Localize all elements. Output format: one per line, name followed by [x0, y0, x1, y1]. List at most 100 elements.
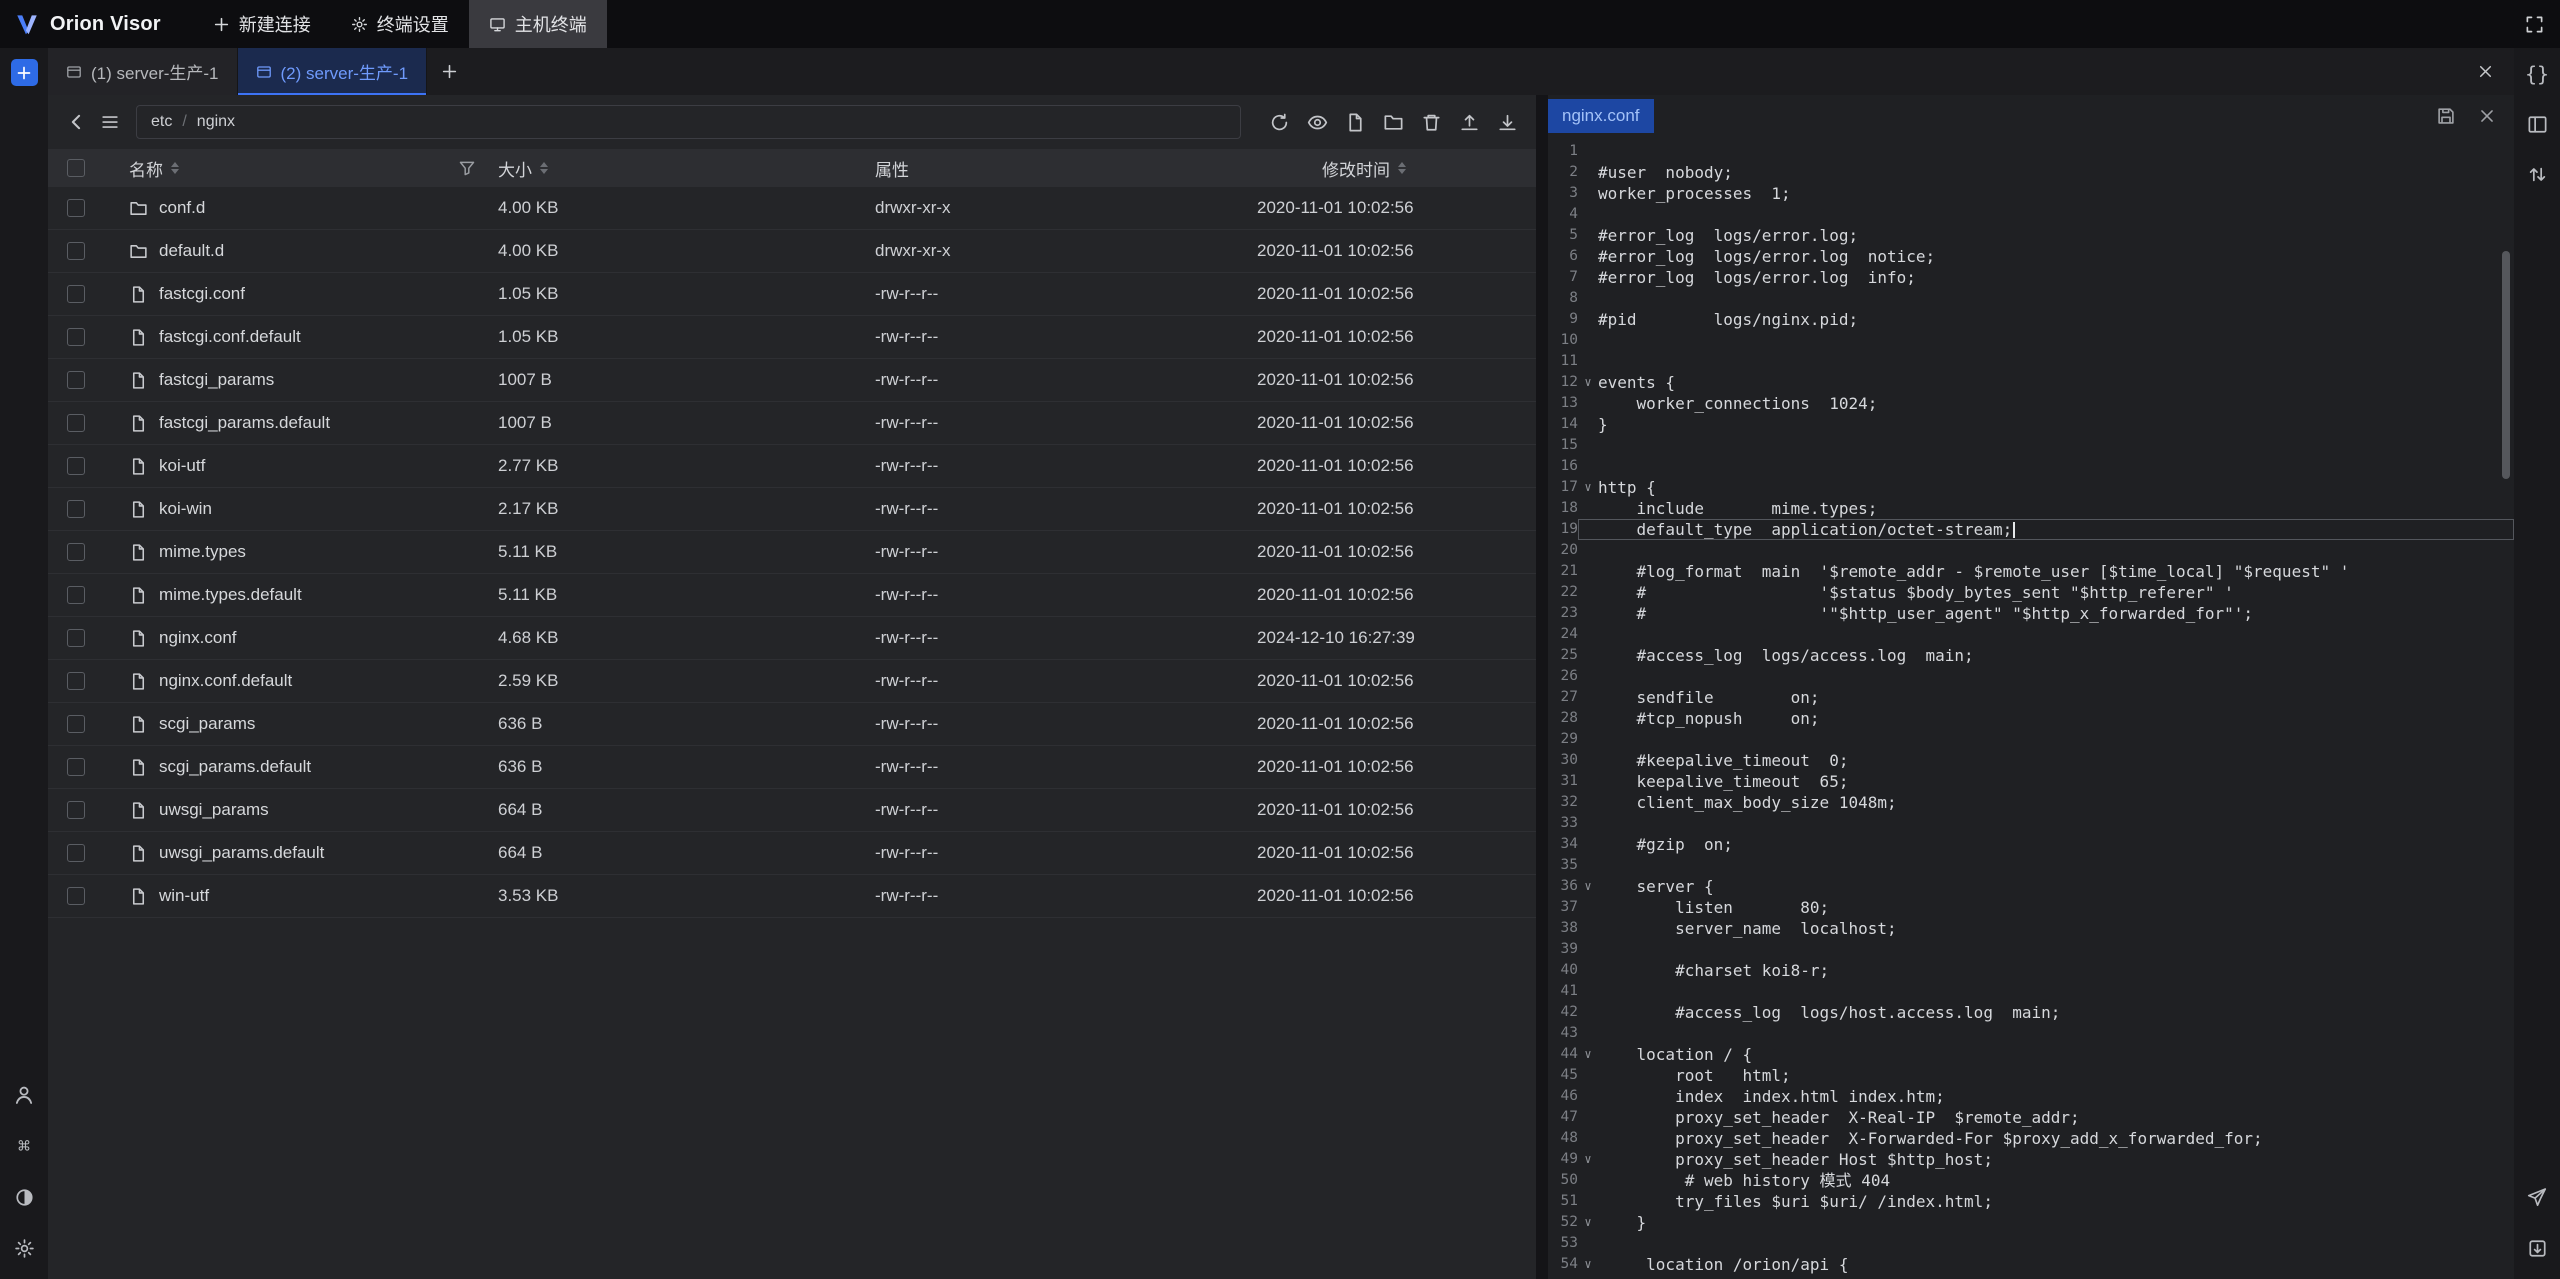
fold-icon[interactable]	[1578, 960, 1598, 981]
keyboard-shortcuts-button[interactable]: ⌘	[11, 1133, 37, 1159]
row-checkbox[interactable]	[67, 672, 85, 690]
row-checkbox[interactable]	[67, 457, 85, 475]
code-line[interactable]: 32 client_max_body_size 1048m;	[1548, 792, 2514, 813]
code-line[interactable]: 12 ∨ events {	[1548, 372, 2514, 393]
code-line[interactable]: 35	[1548, 855, 2514, 876]
close-editor-button[interactable]	[2478, 107, 2496, 125]
code-line[interactable]: 2 #user nobody;	[1548, 162, 2514, 183]
fold-icon[interactable]	[1578, 1191, 1598, 1212]
file-row[interactable]: conf.d 4.00 KB drwxr-xr-x 2020-11-01 10:…	[48, 187, 1536, 230]
code-line[interactable]: 10	[1548, 330, 2514, 351]
file-name[interactable]: conf.d	[159, 198, 205, 218]
row-checkbox[interactable]	[67, 801, 85, 819]
code-line[interactable]: 41	[1548, 981, 2514, 1002]
new-connection-button[interactable]	[11, 59, 38, 86]
fold-icon[interactable]	[1578, 1023, 1598, 1044]
layout-button[interactable]	[2524, 111, 2550, 137]
fold-icon[interactable]	[1578, 855, 1598, 876]
code-line[interactable]: 3 worker_processes 1;	[1548, 183, 2514, 204]
fold-icon[interactable]	[1578, 771, 1598, 792]
code-line[interactable]: 33	[1548, 813, 2514, 834]
code-line[interactable]: 1	[1548, 141, 2514, 162]
fold-icon[interactable]	[1578, 582, 1598, 603]
file-name[interactable]: koi-utf	[159, 456, 205, 476]
panel-divider[interactable]	[1536, 95, 1548, 1279]
fold-icon[interactable]	[1578, 183, 1598, 204]
fold-icon[interactable]	[1578, 162, 1598, 183]
file-name[interactable]: mime.types	[159, 542, 246, 562]
code-line[interactable]: 19 default_type application/octet-stream…	[1548, 519, 2514, 540]
code-line[interactable]: 11	[1548, 351, 2514, 372]
fold-icon[interactable]	[1578, 624, 1598, 645]
code-line[interactable]: 28 #tcp_nopush on;	[1548, 708, 2514, 729]
code-line[interactable]: 31 keepalive_timeout 65;	[1548, 771, 2514, 792]
fold-icon[interactable]	[1578, 435, 1598, 456]
editor-scrollbar[interactable]	[2502, 251, 2510, 479]
list-view-button[interactable]	[100, 112, 120, 132]
fold-icon[interactable]: ∨	[1578, 876, 1598, 897]
file-name[interactable]: fastcgi_params	[159, 370, 274, 390]
row-checkbox[interactable]	[67, 371, 85, 389]
fold-icon[interactable]	[1578, 645, 1598, 666]
fold-icon[interactable]	[1578, 267, 1598, 288]
fold-icon[interactable]	[1578, 981, 1598, 1002]
row-checkbox[interactable]	[67, 629, 85, 647]
fold-icon[interactable]	[1578, 750, 1598, 771]
code-line[interactable]: 36 ∨ server {	[1548, 876, 2514, 897]
file-row[interactable]: nginx.conf 4.68 KB -rw-r--r-- 2024-12-10…	[48, 617, 1536, 660]
file-row[interactable]: uwsgi_params 664 B -rw-r--r-- 2020-11-01…	[48, 789, 1536, 832]
fold-icon[interactable]	[1578, 1170, 1598, 1191]
breadcrumb-segment[interactable]: etc	[151, 113, 172, 131]
fold-icon[interactable]: ∨	[1578, 1254, 1598, 1275]
code-line[interactable]: 53	[1548, 1233, 2514, 1254]
menu-item-new-connection[interactable]: 新建连接	[193, 0, 331, 48]
row-checkbox[interactable]	[67, 500, 85, 518]
settings-button[interactable]	[11, 1235, 37, 1261]
file-name[interactable]: scgi_params.default	[159, 757, 311, 777]
fold-icon[interactable]: ∨	[1578, 372, 1598, 393]
new-folder-button[interactable]	[1383, 112, 1404, 133]
fold-icon[interactable]	[1578, 414, 1598, 435]
code-line[interactable]: 27 sendfile on;	[1548, 687, 2514, 708]
fold-icon[interactable]	[1578, 225, 1598, 246]
file-name[interactable]: fastcgi.conf	[159, 284, 245, 304]
file-transfer-button[interactable]	[2524, 1235, 2550, 1261]
fold-icon[interactable]	[1578, 540, 1598, 561]
fold-icon[interactable]	[1578, 918, 1598, 939]
fold-icon[interactable]	[1578, 204, 1598, 225]
refresh-button[interactable]	[1269, 112, 1290, 133]
file-row[interactable]: koi-win 2.17 KB -rw-r--r-- 2020-11-01 10…	[48, 488, 1536, 531]
editor-file-tab[interactable]: nginx.conf	[1548, 99, 1654, 133]
code-line[interactable]: 14 }	[1548, 414, 2514, 435]
delete-button[interactable]	[1421, 112, 1442, 133]
row-checkbox[interactable]	[67, 328, 85, 346]
row-checkbox[interactable]	[67, 887, 85, 905]
row-checkbox[interactable]	[67, 199, 85, 217]
code-line[interactable]: 7 #error_log logs/error.log info;	[1548, 267, 2514, 288]
code-line[interactable]: 5 #error_log logs/error.log;	[1548, 225, 2514, 246]
breadcrumb-segment[interactable]: nginx	[197, 113, 235, 131]
code-line[interactable]: 42 #access_log logs/host.access.log main…	[1548, 1002, 2514, 1023]
file-row[interactable]: scgi_params 636 B -rw-r--r-- 2020-11-01 …	[48, 703, 1536, 746]
code-line[interactable]: 49 ∨ proxy_set_header Host $http_host;	[1548, 1149, 2514, 1170]
code-line[interactable]: 54 ∨ location /orion/api {	[1548, 1254, 2514, 1275]
fold-icon[interactable]	[1578, 1086, 1598, 1107]
fold-icon[interactable]	[1578, 939, 1598, 960]
file-row[interactable]: fastcgi_params.default 1007 B -rw-r--r--…	[48, 402, 1536, 445]
fold-icon[interactable]	[1578, 1128, 1598, 1149]
file-row[interactable]: uwsgi_params.default 664 B -rw-r--r-- 20…	[48, 832, 1536, 875]
file-row[interactable]: mime.types.default 5.11 KB -rw-r--r-- 20…	[48, 574, 1536, 617]
code-line[interactable]: 13 worker_connections 1024;	[1548, 393, 2514, 414]
row-checkbox[interactable]	[67, 414, 85, 432]
filter-icon[interactable]	[458, 159, 498, 177]
sort-size-icon[interactable]	[540, 162, 548, 174]
file-name[interactable]: default.d	[159, 241, 224, 261]
fold-icon[interactable]	[1578, 1065, 1598, 1086]
fold-icon[interactable]	[1578, 309, 1598, 330]
code-line[interactable]: 43	[1548, 1023, 2514, 1044]
code-line[interactable]: 21 #log_format main '$remote_addr - $rem…	[1548, 561, 2514, 582]
fold-icon[interactable]	[1578, 687, 1598, 708]
sort-name-icon[interactable]	[171, 162, 179, 174]
code-line[interactable]: 20	[1548, 540, 2514, 561]
new-file-button[interactable]	[1345, 112, 1366, 133]
